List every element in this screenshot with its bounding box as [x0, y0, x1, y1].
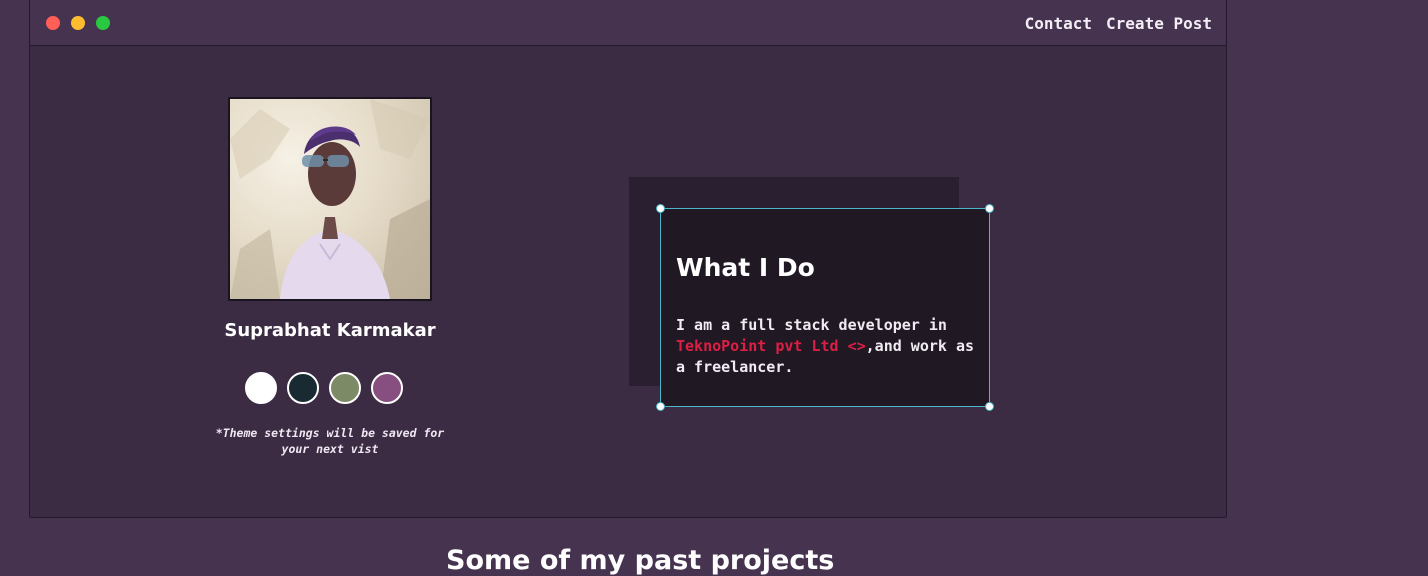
projects-heading: Some of my past projects	[446, 545, 835, 576]
profile-name: Suprabhat Karmakar	[224, 320, 436, 341]
maximize-window-button[interactable]	[96, 16, 110, 30]
theme-note: *Theme settings will be saved for your n…	[215, 426, 445, 456]
top-nav: Contact Create Post	[1025, 14, 1212, 33]
profile-photo-icon	[230, 99, 430, 299]
company-name: TeknoPoint pvt Ltd <>	[676, 337, 866, 355]
close-window-button[interactable]	[46, 16, 60, 30]
theme-swatch-sage-green[interactable]	[329, 372, 361, 404]
resize-handle-bottom-right[interactable]	[985, 402, 994, 411]
theme-swatch-white[interactable]	[245, 372, 277, 404]
nav-contact-link[interactable]: Contact	[1025, 14, 1092, 33]
theme-swatches	[245, 372, 403, 404]
resize-handle-top-right[interactable]	[985, 204, 994, 213]
what-i-do-text: I am a full stack developer in TeknoPoin…	[676, 315, 976, 378]
browser-window: Contact Create Post Suprabhat Karmakar *…	[29, 0, 1227, 518]
minimize-window-button[interactable]	[71, 16, 85, 30]
resize-handle-top-left[interactable]	[656, 204, 665, 213]
about-text-before: I am a full stack developer in	[676, 316, 947, 334]
theme-swatch-mauve[interactable]	[371, 372, 403, 404]
theme-swatch-dark-navy[interactable]	[287, 372, 319, 404]
what-i-do-title: What I Do	[676, 253, 815, 282]
resize-handle-bottom-left[interactable]	[656, 402, 665, 411]
profile-avatar	[228, 97, 432, 301]
nav-create-post-link[interactable]: Create Post	[1106, 14, 1212, 33]
title-bar: Contact Create Post	[30, 0, 1226, 46]
what-i-do-card: What I Do I am a full stack developer in…	[656, 204, 994, 411]
